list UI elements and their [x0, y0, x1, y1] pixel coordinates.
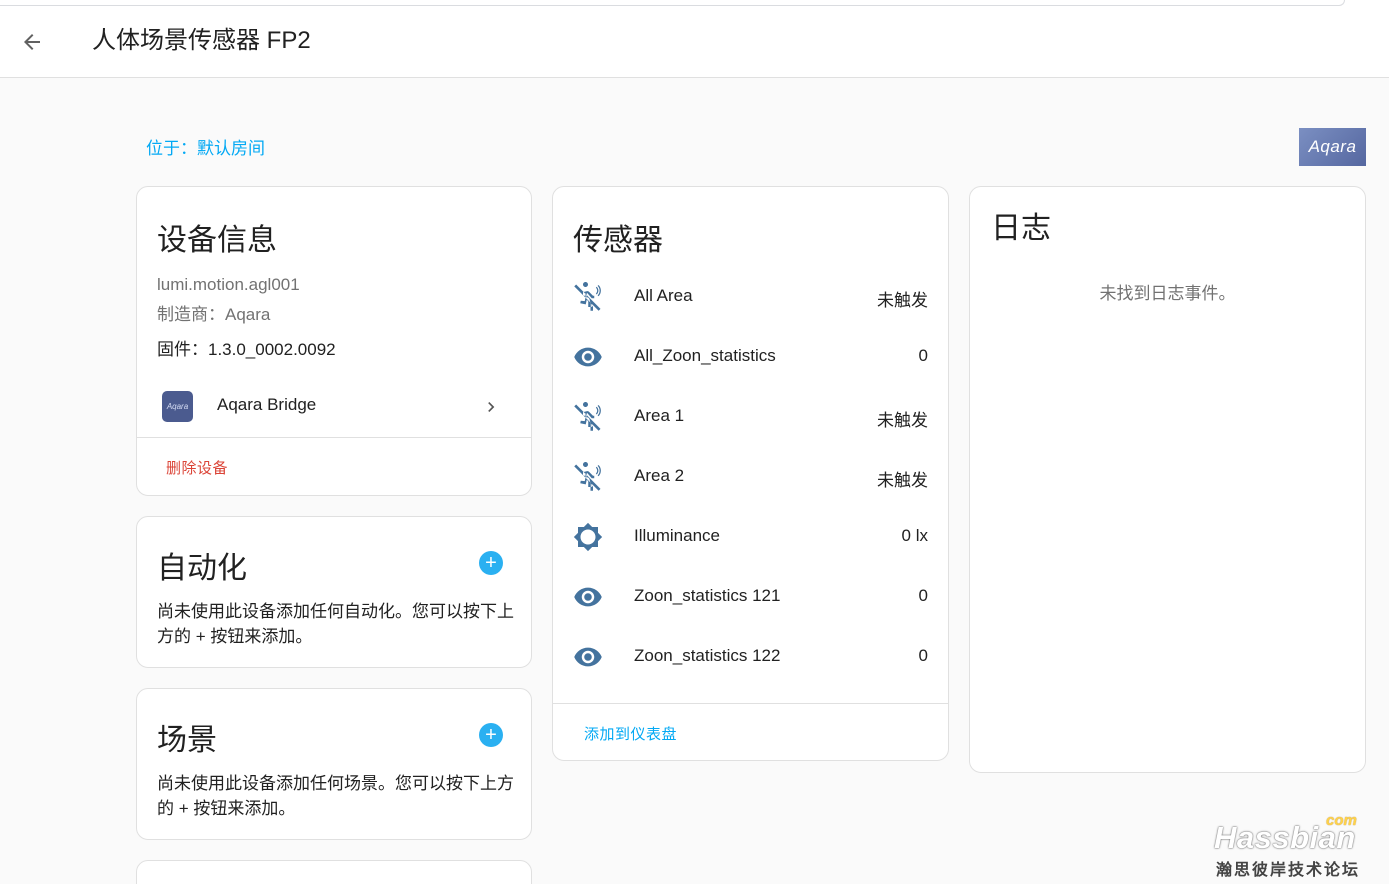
sensor-name: Illuminance [634, 526, 720, 545]
device-location-link[interactable]: 位于：默认房间 [146, 134, 265, 159]
motion-sensor-icon [574, 462, 601, 491]
sensor-row-all-zoon-statistics[interactable]: All_Zoon_statistics 0 [553, 327, 948, 387]
chevron-right-icon [481, 397, 501, 422]
automation-card: 自动化 + 尚未使用此设备添加任何自动化。您可以按下上方的 + 按钮来添加。 [136, 516, 532, 668]
scene-title: 场景 [157, 724, 217, 757]
add-automation-button[interactable]: + [479, 551, 503, 575]
sensor-row-all-area[interactable]: All Area 未触发 [553, 267, 948, 327]
forum-watermark: com Hassbian 瀚思彼岸技术论坛 [1210, 812, 1380, 879]
sensor-row-area-1[interactable]: Area 1 未触发 [553, 387, 948, 447]
divider [553, 703, 948, 704]
sensor-state: 0 [918, 586, 928, 605]
sensors-card: 传感器 All Area 未触发 All_Zoon_statistics 0 A… [552, 186, 949, 761]
sensor-name: Area 2 [634, 466, 685, 485]
eye-icon [574, 587, 602, 607]
scene-card: 场景 + 尚未使用此设备添加任何场景。您可以按下上方的 + 按钮来添加。 [136, 688, 532, 840]
sensor-name: Zoon_statistics 121 [634, 586, 781, 605]
eye-icon [574, 347, 602, 367]
device-info-card: 设备信息 lumi.motion.agl001 制造商：Aqara 固件：1.3… [136, 186, 532, 496]
browser-strip [0, 0, 1345, 6]
delete-device-button[interactable]: 删除设备 [166, 457, 228, 478]
sensor-state: 未触发 [877, 471, 928, 490]
sensor-row-zoon-statistics-122[interactable]: Zoon_statistics 122 0 [553, 627, 948, 687]
automation-description: 尚未使用此设备添加任何自动化。您可以按下上方的 + 按钮来添加。 [157, 602, 514, 646]
sensor-state: 0 lx [901, 526, 928, 545]
brand-logo: Aqara [1299, 128, 1366, 166]
back-arrow-icon[interactable] [16, 26, 48, 58]
sensor-row-zoon-statistics-121[interactable]: Zoon_statistics 121 0 [553, 567, 948, 627]
watermark-main: Hassbian [1214, 820, 1356, 855]
add-scene-button[interactable]: + [479, 723, 503, 747]
sensor-state: 0 [918, 346, 928, 365]
device-firmware: 固件：1.3.0_0002.0092 [157, 340, 336, 359]
automation-title: 自动化 [157, 552, 247, 585]
script-card [136, 860, 532, 884]
device-info-title: 设备信息 [157, 224, 277, 257]
divider [137, 437, 531, 438]
sensor-name: All_Zoon_statistics [634, 346, 776, 365]
sensor-row-area-2[interactable]: Area 2 未触发 [553, 447, 948, 507]
via-device-row[interactable]: Aqara Aqara Bridge [137, 385, 531, 429]
scene-description: 尚未使用此设备添加任何场景。您可以按下上方的 + 按钮来添加。 [157, 774, 514, 818]
eye-icon [574, 647, 602, 667]
bridge-label: Aqara Bridge [217, 395, 317, 414]
sensor-state: 未触发 [877, 291, 928, 310]
sensor-name: All Area [634, 286, 693, 305]
add-to-dashboard-button[interactable]: 添加到仪表盘 [584, 723, 677, 744]
motion-sensor-icon [574, 282, 601, 311]
logbook-title: 日志 [991, 212, 1051, 245]
logbook-card: 日志 未找到日志事件。 [969, 186, 1366, 773]
bridge-logo-icon: Aqara [162, 391, 193, 422]
device-model: lumi.motion.agl001 [157, 275, 300, 294]
sensors-title: 传感器 [573, 224, 663, 257]
brightness-icon [573, 522, 603, 552]
sensor-row-illuminance[interactable]: Illuminance 0 lx [553, 507, 948, 567]
sensor-state: 0 [918, 646, 928, 665]
motion-sensor-icon [574, 402, 601, 431]
device-manufacturer: 制造商：Aqara [157, 305, 271, 324]
logbook-empty-text: 未找到日志事件。 [1099, 284, 1236, 303]
sensor-name: Area 1 [634, 406, 685, 425]
page-title: 人体场景传感器 FP2 [92, 27, 311, 54]
sensor-name: Zoon_statistics 122 [634, 646, 781, 665]
watermark-sub: 瀚思彼岸技术论坛 [1216, 860, 1361, 879]
top-app-bar: 人体场景传感器 FP2 [0, 0, 1389, 78]
sensor-state: 未触发 [877, 411, 928, 430]
